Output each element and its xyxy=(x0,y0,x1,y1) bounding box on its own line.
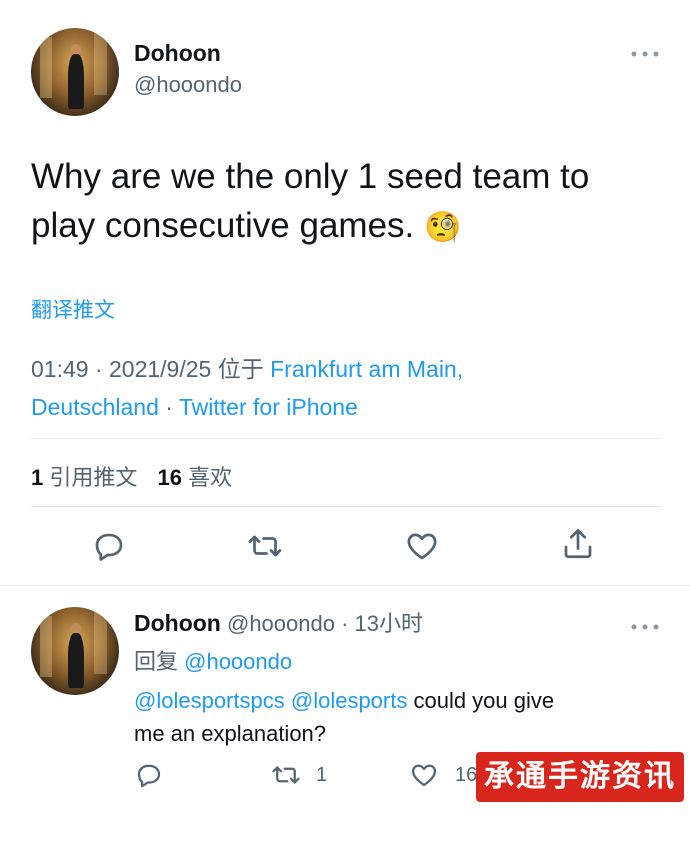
replying-to-handle[interactable]: @hooondo xyxy=(184,649,292,674)
reply-text-line1: could you give xyxy=(407,688,555,713)
like-icon[interactable] xyxy=(403,528,441,564)
reply-retweet-count: 1 xyxy=(316,764,328,786)
translate-tweet-link[interactable]: 翻译推文 xyxy=(31,294,115,324)
monocle-face-emoji: 🧐 xyxy=(424,211,462,244)
quote-label: 引用推文 xyxy=(49,465,138,490)
tweet-timestamp: 01:49 · 2021/9/25 位于 xyxy=(31,356,271,382)
mention-lolesports[interactable]: @lolesports xyxy=(291,688,408,713)
divider xyxy=(31,506,661,507)
reply-like-icon[interactable] xyxy=(408,760,440,790)
tweet-stats: 1 引用推文 16 喜欢 xyxy=(31,460,232,492)
location-link[interactable]: Frankfurt am Main, xyxy=(270,356,463,382)
more-icon[interactable] xyxy=(630,42,660,65)
tweet-text-line2: play consecutive games. 🧐 xyxy=(31,201,589,252)
site-watermark: 承通手游资讯网 xyxy=(476,752,684,843)
tweet-text: Why are we the only 1 seed team to play … xyxy=(31,152,589,252)
tweet-text-line2-words: play consecutive games. xyxy=(31,206,415,245)
reply-more-icon[interactable] xyxy=(630,615,660,638)
retweet-icon[interactable] xyxy=(246,528,284,564)
author-name[interactable]: Dohoon xyxy=(134,40,221,67)
section-divider xyxy=(0,585,690,586)
replying-to: 回复 @hooondo xyxy=(134,644,292,676)
divider xyxy=(31,438,661,439)
likes-stat[interactable]: 16 喜欢 xyxy=(158,465,233,490)
like-label: 喜欢 xyxy=(188,465,233,490)
quote-count: 1 xyxy=(31,465,44,490)
reply-time[interactable]: · 13小时 xyxy=(341,611,423,636)
quote-tweets-stat[interactable]: 1 引用推文 xyxy=(31,465,137,490)
reply-icon[interactable] xyxy=(91,528,127,564)
avatar[interactable] xyxy=(31,28,119,116)
source-link[interactable]: Twitter for iPhone xyxy=(179,394,358,420)
reply-like-count: 16 xyxy=(455,764,478,786)
reply-author-handle[interactable]: @hooondo xyxy=(227,611,335,636)
reply-retweet-icon[interactable] xyxy=(270,760,302,790)
reply-text: @lolesportspcs @lolesports could you giv… xyxy=(134,684,664,750)
author-handle[interactable]: @hooondo xyxy=(134,72,242,98)
share-icon[interactable] xyxy=(560,525,596,563)
meta-separator: · xyxy=(158,394,179,420)
reply-author-name[interactable]: Dohoon xyxy=(134,610,221,636)
tweet-meta: 01:49 · 2021/9/25 位于 Frankfurt am Main, … xyxy=(31,350,661,426)
location-link-cont[interactable]: Deutschland xyxy=(31,394,159,420)
reply-text-line2: me an explanation? xyxy=(134,721,327,746)
replying-to-label: 回复 xyxy=(134,649,185,674)
reply-avatar[interactable] xyxy=(31,607,119,695)
reply-reply-icon[interactable] xyxy=(134,760,164,790)
tweet-text-line1: Why are we the only 1 seed team to xyxy=(31,157,590,196)
mention-lolesportspcs[interactable]: @lolesportspcs xyxy=(134,688,285,713)
like-count: 16 xyxy=(157,465,182,490)
reply-header: Dohoon @hooondo · 13小时 xyxy=(134,606,423,638)
